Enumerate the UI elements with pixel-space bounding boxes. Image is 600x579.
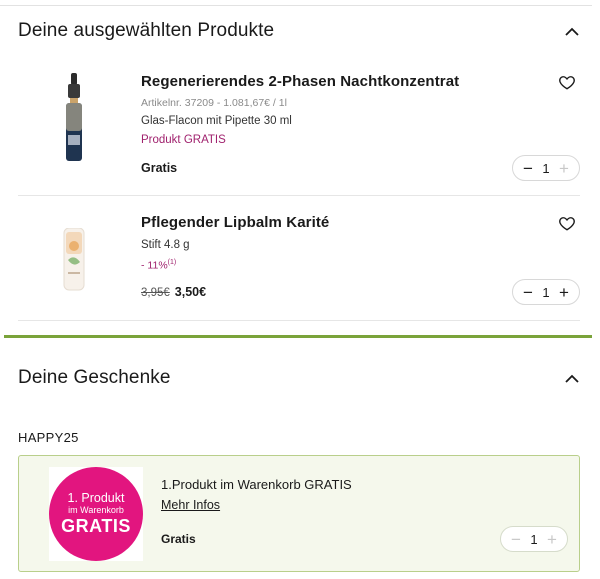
gift-card: 1. Produkt im Warenkorb GRATIS 1.Produkt… [18, 455, 580, 572]
chevron-up-icon[interactable] [564, 23, 580, 39]
more-info-link[interactable]: Mehr Infos [161, 498, 220, 512]
increase-button[interactable]: + [558, 284, 570, 301]
quantity-stepper[interactable]: − 1 + [512, 155, 580, 181]
quantity-value: 1 [530, 531, 538, 547]
promo-label: Produkt GRATIS [141, 134, 226, 146]
product-image[interactable] [18, 228, 130, 292]
price-block: 3,95€ 3,50€ [141, 285, 206, 299]
product-price: Gratis [141, 161, 178, 175]
badge-line-3: GRATIS [61, 516, 131, 537]
product-name[interactable]: Pflegender Lipbalm Karité [141, 214, 580, 231]
gift-image: 1. Produkt im Warenkorb GRATIS [49, 467, 143, 561]
section-separator [4, 335, 592, 338]
discount-footnote: (1) [167, 259, 177, 266]
quantity-stepper[interactable]: − 1 + [512, 279, 580, 305]
increase-button[interactable]: + [546, 531, 558, 548]
product-meta: Artikelnr. 37209 - 1.081,67€ / 1l [141, 97, 287, 109]
product-description: Stift 4.8 g [141, 239, 190, 251]
discount-value: - 11% [141, 259, 168, 272]
product-description: Glas-Flacon mit Pipette 30 ml [141, 115, 292, 127]
old-price: 3,95€ [141, 287, 170, 299]
item-divider [18, 320, 580, 321]
gift-badge: 1. Produkt im Warenkorb GRATIS [49, 467, 143, 561]
product-name[interactable]: Regenerierendes 2-Phasen Nachtkonzentrat [141, 73, 580, 90]
selected-products-header[interactable]: Deine ausgewählten Produkte [18, 20, 580, 42]
decrease-button[interactable]: − [510, 531, 522, 548]
item-divider [18, 195, 580, 196]
quantity-value: 1 [542, 160, 550, 176]
heart-icon[interactable] [558, 73, 576, 91]
badge-line-1: 1. Produkt [67, 490, 125, 505]
discount-label: - 11%(1) [141, 259, 580, 272]
heart-icon[interactable] [558, 214, 576, 232]
promo-code-label: HAPPY25 [18, 430, 79, 445]
cart-item: Pflegender Lipbalm Karité Stift 4.8 g - … [18, 214, 580, 314]
top-divider [0, 5, 592, 6]
quantity-value: 1 [542, 284, 550, 300]
cart-item: Regenerierendes 2-Phasen Nachtkonzentrat… [18, 73, 580, 188]
gifts-header[interactable]: Deine Geschenke [18, 367, 580, 389]
quantity-stepper[interactable]: − 1 + [500, 526, 568, 552]
badge-line-2: im Warenkorb [68, 505, 124, 516]
product-price: 3,50€ [174, 285, 207, 299]
increase-button[interactable]: + [558, 160, 570, 177]
chevron-up-icon[interactable] [564, 370, 580, 386]
decrease-button[interactable]: − [522, 160, 534, 177]
gift-title: 1.Produkt im Warenkorb GRATIS [161, 477, 352, 492]
section-title-selected: Deine ausgewählten Produkte [18, 20, 275, 41]
decrease-button[interactable]: − [522, 284, 534, 301]
section-title-gifts: Deine Geschenke [18, 367, 171, 388]
product-image[interactable] [18, 73, 130, 163]
gift-price: Gratis [161, 532, 196, 546]
